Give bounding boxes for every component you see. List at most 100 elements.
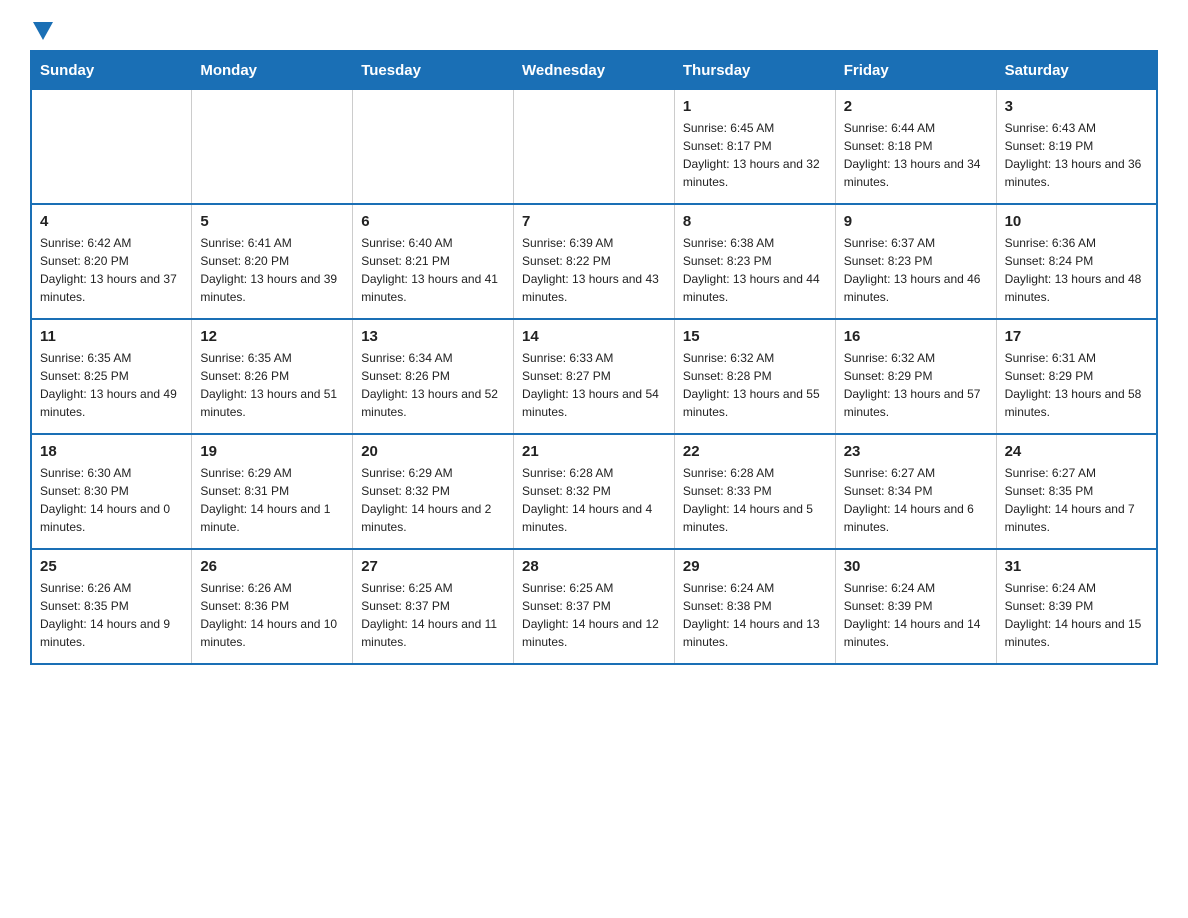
calendar-day-header: Saturday	[996, 51, 1157, 90]
day-number: 12	[200, 328, 344, 345]
calendar-day-cell	[192, 90, 353, 205]
calendar-day-cell	[353, 90, 514, 205]
calendar-day-cell: 6 Sunrise: 6:40 AMSunset: 8:21 PMDaylight…	[353, 204, 514, 319]
day-info: Sunrise: 6:33 AMSunset: 8:27 PMDaylight:…	[522, 349, 666, 421]
calendar-day-cell	[31, 90, 192, 205]
day-info: Sunrise: 6:32 AMSunset: 8:28 PMDaylight:…	[683, 349, 827, 421]
day-info: Sunrise: 6:25 AMSunset: 8:37 PMDaylight:…	[361, 579, 505, 651]
calendar-day-cell: 3 Sunrise: 6:43 AMSunset: 8:19 PMDaylight…	[996, 90, 1157, 205]
day-info: Sunrise: 6:43 AMSunset: 8:19 PMDaylight:…	[1005, 119, 1148, 191]
calendar-day-cell: 20 Sunrise: 6:29 AMSunset: 8:32 PMDayligh…	[353, 434, 514, 549]
day-number: 6	[361, 213, 505, 230]
calendar-day-cell: 17Sunrise: 6:31 AMSunset: 8:29 PMDayligh…	[996, 319, 1157, 434]
day-number: 9	[844, 213, 988, 230]
calendar-day-cell: 8Sunrise: 6:38 AMSunset: 8:23 PMDaylight…	[674, 204, 835, 319]
day-number: 10	[1005, 213, 1148, 230]
calendar-table: SundayMondayTuesdayWednesdayThursdayFrid…	[30, 50, 1158, 665]
day-info: Sunrise: 6:32 AMSunset: 8:29 PMDaylight:…	[844, 349, 988, 421]
day-info: Sunrise: 6:40 AMSunset: 8:21 PMDaylight:…	[361, 234, 505, 306]
calendar-day-header: Thursday	[674, 51, 835, 90]
calendar-day-header: Wednesday	[514, 51, 675, 90]
day-number: 18	[40, 443, 183, 460]
calendar-day-cell: 23 Sunrise: 6:27 AMSunset: 8:34 PMDayligh…	[835, 434, 996, 549]
day-info: Sunrise: 6:44 AMSunset: 8:18 PMDaylight:…	[844, 119, 988, 191]
day-info: Sunrise: 6:36 AMSunset: 8:24 PMDaylight:…	[1005, 234, 1148, 306]
day-info: Sunrise: 6:27 AMSunset: 8:34 PMDaylight:…	[844, 464, 988, 536]
day-number: 31	[1005, 558, 1148, 575]
day-info: Sunrise: 6:26 AMSunset: 8:36 PMDaylight:…	[200, 579, 344, 651]
day-info: Sunrise: 6:31 AMSunset: 8:29 PMDaylight:…	[1005, 349, 1148, 421]
day-number: 29	[683, 558, 827, 575]
calendar-day-cell: 4Sunrise: 6:42 AMSunset: 8:20 PMDaylight…	[31, 204, 192, 319]
day-info: Sunrise: 6:24 AMSunset: 8:39 PMDaylight:…	[1005, 579, 1148, 651]
calendar-week-row: 4Sunrise: 6:42 AMSunset: 8:20 PMDaylight…	[31, 204, 1157, 319]
day-info: Sunrise: 6:28 AMSunset: 8:32 PMDaylight:…	[522, 464, 666, 536]
day-number: 22	[683, 443, 827, 460]
day-number: 30	[844, 558, 988, 575]
day-info: Sunrise: 6:35 AMSunset: 8:25 PMDaylight:…	[40, 349, 183, 421]
day-number: 21	[522, 443, 666, 460]
day-number: 19	[200, 443, 344, 460]
logo	[30, 20, 53, 40]
day-number: 13	[361, 328, 505, 345]
day-info: Sunrise: 6:41 AMSunset: 8:20 PMDaylight:…	[200, 234, 344, 306]
calendar-day-cell: 1 Sunrise: 6:45 AMSunset: 8:17 PMDaylight…	[674, 90, 835, 205]
page-header	[30, 20, 1158, 40]
day-info: Sunrise: 6:37 AMSunset: 8:23 PMDaylight:…	[844, 234, 988, 306]
calendar-day-header: Monday	[192, 51, 353, 90]
day-info: Sunrise: 6:28 AMSunset: 8:33 PMDaylight:…	[683, 464, 827, 536]
calendar-day-cell: 10 Sunrise: 6:36 AMSunset: 8:24 PMDayligh…	[996, 204, 1157, 319]
calendar-day-cell: 25 Sunrise: 6:26 AMSunset: 8:35 PMDayligh…	[31, 549, 192, 664]
day-info: Sunrise: 6:45 AMSunset: 8:17 PMDaylight:…	[683, 119, 827, 191]
day-number: 24	[1005, 443, 1148, 460]
calendar-week-row: 1 Sunrise: 6:45 AMSunset: 8:17 PMDaylight…	[31, 90, 1157, 205]
day-number: 8	[683, 213, 827, 230]
calendar-day-cell: 21 Sunrise: 6:28 AMSunset: 8:32 PMDayligh…	[514, 434, 675, 549]
day-number: 26	[200, 558, 344, 575]
day-number: 16	[844, 328, 988, 345]
day-number: 11	[40, 328, 183, 345]
calendar-day-cell: 13 Sunrise: 6:34 AMSunset: 8:26 PMDayligh…	[353, 319, 514, 434]
calendar-header-row: SundayMondayTuesdayWednesdayThursdayFrid…	[31, 51, 1157, 90]
calendar-day-cell: 28 Sunrise: 6:25 AMSunset: 8:37 PMDayligh…	[514, 549, 675, 664]
day-info: Sunrise: 6:29 AMSunset: 8:31 PMDaylight:…	[200, 464, 344, 536]
calendar-day-cell: 15 Sunrise: 6:32 AMSunset: 8:28 PMDayligh…	[674, 319, 835, 434]
calendar-day-cell: 19 Sunrise: 6:29 AMSunset: 8:31 PMDayligh…	[192, 434, 353, 549]
day-info: Sunrise: 6:26 AMSunset: 8:35 PMDaylight:…	[40, 579, 183, 651]
calendar-week-row: 18Sunrise: 6:30 AMSunset: 8:30 PMDayligh…	[31, 434, 1157, 549]
day-number: 15	[683, 328, 827, 345]
day-info: Sunrise: 6:42 AMSunset: 8:20 PMDaylight:…	[40, 234, 183, 306]
day-number: 25	[40, 558, 183, 575]
calendar-day-header: Tuesday	[353, 51, 514, 90]
day-info: Sunrise: 6:34 AMSunset: 8:26 PMDaylight:…	[361, 349, 505, 421]
day-number: 23	[844, 443, 988, 460]
calendar-day-cell: 22 Sunrise: 6:28 AMSunset: 8:33 PMDayligh…	[674, 434, 835, 549]
calendar-week-row: 11 Sunrise: 6:35 AMSunset: 8:25 PMDayligh…	[31, 319, 1157, 434]
calendar-day-cell: 26 Sunrise: 6:26 AMSunset: 8:36 PMDayligh…	[192, 549, 353, 664]
calendar-day-cell: 7Sunrise: 6:39 AMSunset: 8:22 PMDaylight…	[514, 204, 675, 319]
calendar-day-header: Friday	[835, 51, 996, 90]
day-info: Sunrise: 6:27 AMSunset: 8:35 PMDaylight:…	[1005, 464, 1148, 536]
day-info: Sunrise: 6:39 AMSunset: 8:22 PMDaylight:…	[522, 234, 666, 306]
day-number: 3	[1005, 98, 1148, 115]
day-number: 20	[361, 443, 505, 460]
day-number: 1	[683, 98, 827, 115]
day-info: Sunrise: 6:35 AMSunset: 8:26 PMDaylight:…	[200, 349, 344, 421]
day-number: 28	[522, 558, 666, 575]
calendar-day-cell: 12 Sunrise: 6:35 AMSunset: 8:26 PMDayligh…	[192, 319, 353, 434]
day-number: 5	[200, 213, 344, 230]
calendar-day-cell	[514, 90, 675, 205]
calendar-day-cell: 18Sunrise: 6:30 AMSunset: 8:30 PMDayligh…	[31, 434, 192, 549]
day-number: 27	[361, 558, 505, 575]
calendar-day-cell: 24 Sunrise: 6:27 AMSunset: 8:35 PMDayligh…	[996, 434, 1157, 549]
calendar-day-cell: 5 Sunrise: 6:41 AMSunset: 8:20 PMDaylight…	[192, 204, 353, 319]
calendar-day-cell: 14Sunrise: 6:33 AMSunset: 8:27 PMDayligh…	[514, 319, 675, 434]
day-info: Sunrise: 6:25 AMSunset: 8:37 PMDaylight:…	[522, 579, 666, 651]
day-info: Sunrise: 6:24 AMSunset: 8:39 PMDaylight:…	[844, 579, 988, 651]
day-number: 2	[844, 98, 988, 115]
day-info: Sunrise: 6:29 AMSunset: 8:32 PMDaylight:…	[361, 464, 505, 536]
calendar-day-cell: 30 Sunrise: 6:24 AMSunset: 8:39 PMDayligh…	[835, 549, 996, 664]
calendar-day-cell: 9 Sunrise: 6:37 AMSunset: 8:23 PMDaylight…	[835, 204, 996, 319]
calendar-day-cell: 29Sunrise: 6:24 AMSunset: 8:38 PMDayligh…	[674, 549, 835, 664]
calendar-day-cell: 31 Sunrise: 6:24 AMSunset: 8:39 PMDayligh…	[996, 549, 1157, 664]
